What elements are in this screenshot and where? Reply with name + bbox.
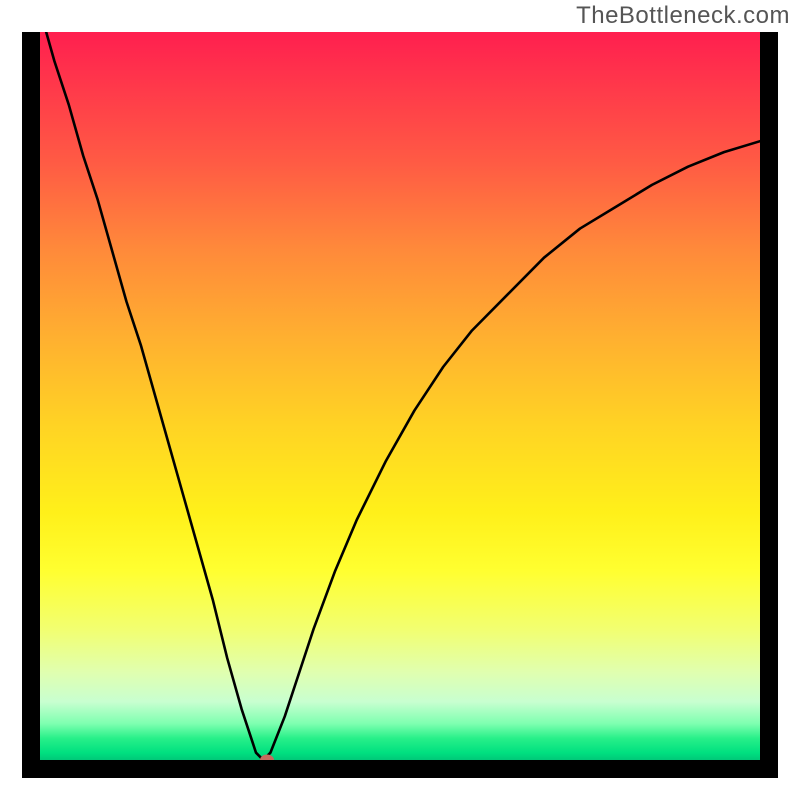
watermark-label: TheBottleneck.com: [576, 2, 790, 30]
plot-area: [40, 32, 760, 760]
heat-gradient: [40, 32, 760, 760]
chart-container: TheBottleneck.com: [0, 0, 800, 800]
chart-frame: [22, 32, 778, 778]
